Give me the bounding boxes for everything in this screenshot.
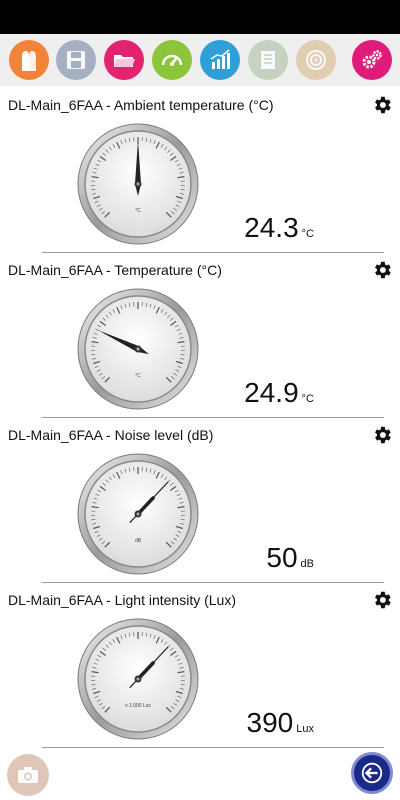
sensor-target-button[interactable] xyxy=(296,40,336,80)
profile-button[interactable] xyxy=(9,40,49,80)
folder-icon xyxy=(114,55,135,67)
sensor-gauge: °C xyxy=(74,285,202,413)
sensor-readout: 24.9 °C xyxy=(244,377,314,409)
back-arrow-icon xyxy=(361,762,383,784)
sensor-title: DL-Main_6FAA - Temperature (°C) xyxy=(8,262,222,278)
target-icon xyxy=(306,50,326,70)
divider xyxy=(42,747,384,748)
gauge-unit-label: x 1.000 Lux xyxy=(125,703,151,709)
sensor-value: 24.9 xyxy=(244,377,299,408)
gears-icon xyxy=(362,50,382,69)
sensor-unit: °C xyxy=(301,228,314,240)
gear-icon xyxy=(371,261,393,285)
gauge-unit-label: °C xyxy=(135,373,141,379)
sensor-gauge: °C xyxy=(74,120,202,248)
gear-icon xyxy=(371,426,393,450)
gear-icon xyxy=(371,96,393,120)
sensor-card: DL-Main_6FAA - Ambient temperature (°C) °… xyxy=(0,88,400,253)
toolbar xyxy=(0,34,400,86)
sensor-value: 390 xyxy=(246,707,294,738)
save-button[interactable] xyxy=(56,40,96,80)
sensor-card: DL-Main_6FAA - Noise level (dB) dB 50 dB xyxy=(0,418,400,583)
table-view-button[interactable] xyxy=(248,40,288,80)
sensor-card: DL-Main_6FAA - Light intensity (Lux) x 1.… xyxy=(0,583,400,748)
two-figures-icon xyxy=(22,51,36,71)
sensor-settings-button[interactable] xyxy=(371,424,393,446)
sensor-title: DL-Main_6FAA - Light intensity (Lux) xyxy=(8,592,236,608)
sensor-gauge: x 1.000 Lux xyxy=(74,615,202,743)
sensor-settings-button[interactable] xyxy=(371,589,393,611)
status-bar xyxy=(0,0,400,34)
sensor-title: DL-Main_6FAA - Ambient temperature (°C) xyxy=(8,97,274,113)
back-button[interactable] xyxy=(351,752,393,794)
gauge-unit-label: °C xyxy=(135,208,141,214)
sensor-readout: 50 dB xyxy=(266,542,314,574)
spreadsheet-icon xyxy=(261,51,275,69)
sensor-unit: Lux xyxy=(296,723,314,735)
sensor-readout: 390 Lux xyxy=(247,707,314,739)
speedometer-icon xyxy=(161,54,183,66)
gear-icon xyxy=(371,591,393,615)
gauge-view-button[interactable] xyxy=(152,40,192,80)
sensor-gauge: dB xyxy=(74,450,202,578)
bar-chart-icon xyxy=(210,49,230,69)
settings-button[interactable] xyxy=(352,40,392,80)
sensor-settings-button[interactable] xyxy=(371,94,393,116)
sensor-value: 50 xyxy=(266,542,298,573)
sensor-card: DL-Main_6FAA - Temperature (°C) °C 24.9 °C xyxy=(0,253,400,418)
sensor-unit: dB xyxy=(300,558,314,570)
sensor-readout: 24.3 °C xyxy=(244,212,314,244)
camera-button[interactable] xyxy=(7,754,49,796)
sensor-title: DL-Main_6FAA - Noise level (dB) xyxy=(8,427,214,443)
sensor-value: 24.3 xyxy=(244,212,299,243)
chart-view-button[interactable] xyxy=(200,40,240,80)
sensor-settings-button[interactable] xyxy=(371,259,393,281)
floppy-disk-icon xyxy=(67,51,85,69)
camera-icon xyxy=(18,767,38,783)
open-folder-button[interactable] xyxy=(104,40,144,80)
sensor-unit: °C xyxy=(301,393,314,405)
gauge-unit-label: dB xyxy=(134,538,142,544)
